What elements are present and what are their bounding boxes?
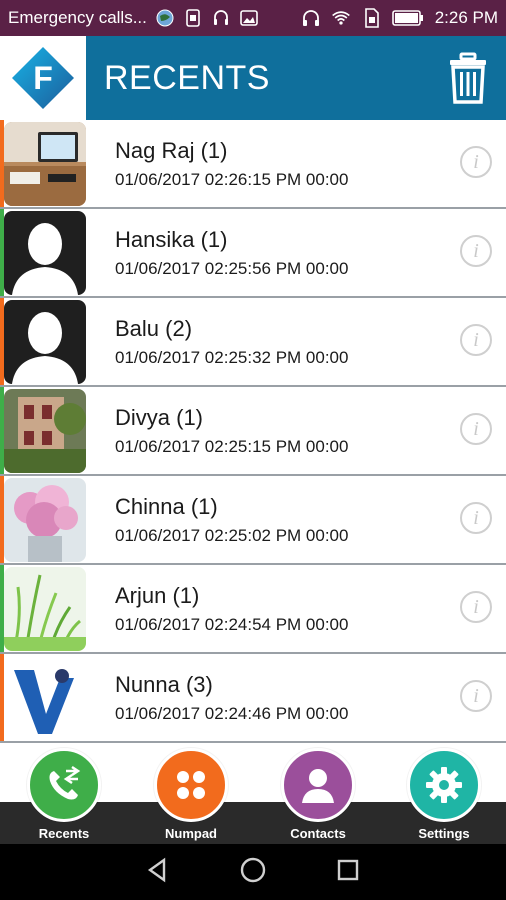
globe-icon: [155, 8, 175, 28]
info-icon[interactable]: i: [460, 324, 492, 356]
recent-apps-icon[interactable]: [334, 856, 362, 889]
trash-icon: [450, 52, 486, 104]
headphones-icon: [301, 8, 321, 28]
system-nav-bar: [0, 844, 506, 900]
nav-label: Numpad: [165, 826, 217, 841]
app-logo: F: [0, 36, 86, 120]
avatar: [4, 389, 86, 473]
battery-icon: [391, 8, 425, 28]
recents-list: Nag Raj (1) 01/06/2017 02:26:15 PM 00:00…: [0, 120, 506, 744]
contact-name: Nag Raj (1): [115, 138, 228, 163]
info-icon[interactable]: i: [460, 591, 492, 623]
bottom-nav: Recents Numpad Contacts Settings: [0, 744, 506, 844]
delete-button[interactable]: [448, 50, 488, 106]
avatar: [4, 478, 86, 562]
contact-name: Chinna (1): [115, 494, 218, 519]
call-datetime: 01/06/2017 02:25:56 PM 00:00: [115, 259, 349, 278]
sim-icon: [183, 8, 203, 28]
wifi-icon: [331, 8, 351, 28]
nav-numpad[interactable]: Numpad: [141, 748, 241, 844]
call-datetime: 01/06/2017 02:26:15 PM 00:00: [115, 170, 349, 189]
recents-icon: [27, 748, 101, 822]
info-icon[interactable]: i: [460, 146, 492, 178]
recent-call-row[interactable]: Hansika (1) 01/06/2017 02:25:56 PM 00:00…: [0, 209, 506, 298]
nav-label: Settings: [418, 826, 470, 841]
call-datetime: 01/06/2017 02:25:02 PM 00:00: [115, 526, 349, 545]
recent-call-row[interactable]: Nag Raj (1) 01/06/2017 02:26:15 PM 00:00…: [0, 120, 506, 209]
status-time: 2:26 PM: [434, 8, 498, 27]
app-bar: F RECENTS: [0, 36, 506, 120]
numpad-icon: [154, 748, 228, 822]
call-datetime: 01/06/2017 02:24:54 PM 00:00: [115, 615, 349, 634]
page-title: RECENTS: [104, 58, 270, 97]
info-icon[interactable]: i: [460, 680, 492, 712]
person-placeholder-icon: [4, 300, 86, 384]
nav-settings[interactable]: Settings: [394, 748, 494, 844]
avatar: [4, 122, 86, 206]
back-icon[interactable]: [144, 856, 172, 889]
nav-label: Contacts: [290, 826, 346, 841]
recent-call-row[interactable]: Arjun (1) 01/06/2017 02:24:54 PM 00:00 i: [0, 565, 506, 654]
call-datetime: 01/06/2017 02:24:46 PM 00:00: [115, 704, 349, 723]
recent-call-row[interactable]: Chinna (1) 01/06/2017 02:25:02 PM 00:00 …: [0, 476, 506, 565]
contact-name: Divya (1): [115, 405, 204, 430]
headset-icon: [211, 8, 231, 28]
gear-icon: [407, 748, 481, 822]
avatar: [4, 211, 86, 295]
sim-card-icon: [361, 8, 381, 28]
app-logo-icon: F: [12, 47, 74, 109]
nav-label: Recents: [38, 826, 90, 841]
recent-call-row[interactable]: Nunna (3) 01/06/2017 02:24:46 PM 00:00 i: [0, 654, 506, 743]
contact-name: Balu (2): [115, 316, 193, 341]
avatar: [4, 656, 86, 740]
contacts-icon: [281, 748, 355, 822]
notification-text: Emergency calls...: [8, 8, 147, 27]
info-icon[interactable]: i: [460, 502, 492, 534]
home-icon[interactable]: [239, 856, 267, 889]
call-datetime: 01/06/2017 02:25:15 PM 00:00: [115, 437, 349, 456]
status-bar: Emergency calls... 2:26 PM: [0, 0, 506, 36]
logo-letter: F: [33, 60, 53, 96]
info-icon[interactable]: i: [460, 413, 492, 445]
person-placeholder-icon: [4, 211, 86, 295]
recent-call-row[interactable]: Divya (1) 01/06/2017 02:25:15 PM 00:00 i: [0, 387, 506, 476]
contact-name: Arjun (1): [115, 583, 200, 608]
recent-call-row[interactable]: Balu (2) 01/06/2017 02:25:32 PM 00:00 i: [0, 298, 506, 387]
contact-name: Hansika (1): [115, 227, 228, 252]
avatar: [4, 567, 86, 651]
nav-recents[interactable]: Recents: [14, 748, 114, 844]
info-icon[interactable]: i: [460, 235, 492, 267]
contact-name: Nunna (3): [115, 672, 213, 697]
nav-contacts[interactable]: Contacts: [268, 748, 368, 844]
avatar: [4, 300, 86, 384]
image-icon: [239, 8, 259, 28]
call-datetime: 01/06/2017 02:25:32 PM 00:00: [115, 348, 349, 367]
